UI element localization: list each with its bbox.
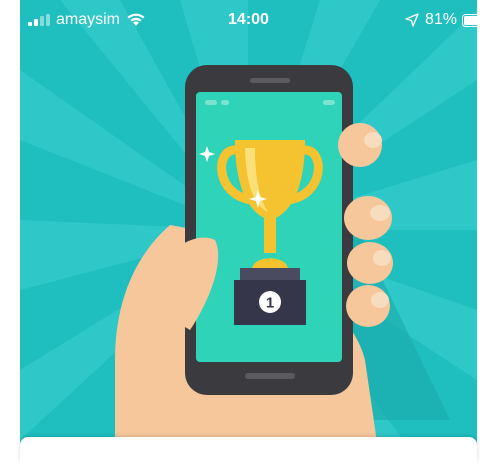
podium: 1: [234, 268, 306, 325]
status-bar: amaysim 14:00 81%: [0, 0, 497, 40]
phone-home-bar: [245, 373, 295, 379]
battery-percent: 81%: [424, 11, 457, 28]
podium-badge: 1: [266, 295, 274, 312]
battery-icon: [462, 13, 489, 27]
app-screen: amaysim 14:00 81% 1: [0, 0, 497, 463]
status-right-group: 81%: [405, 11, 489, 29]
trophy-illustration: 1: [20, 0, 477, 463]
info-card: [20, 437, 477, 463]
phone-speaker: [250, 78, 290, 83]
location-arrow-icon: [405, 13, 419, 27]
